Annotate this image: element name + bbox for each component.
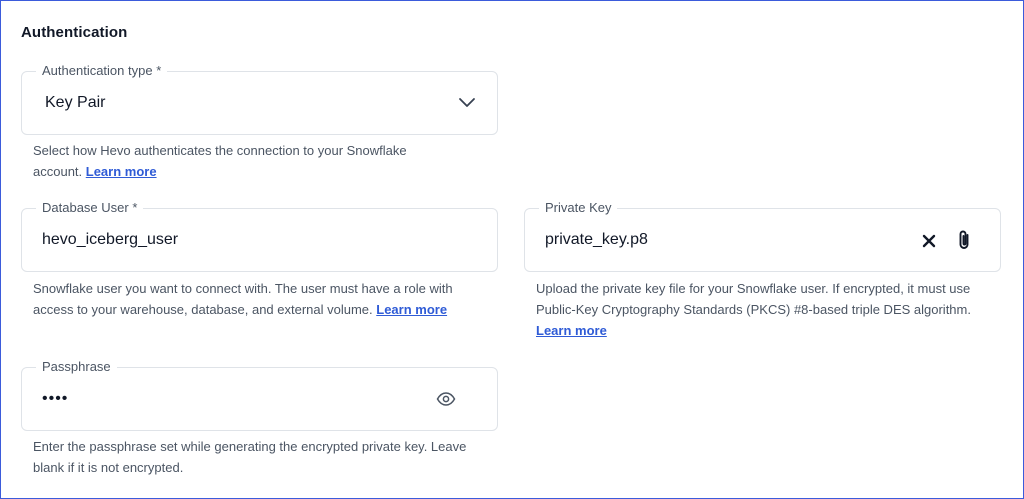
auth-type-label: Authentication type * — [36, 62, 168, 80]
passphrase-field[interactable]: Passphrase •••• — [21, 358, 498, 431]
auth-type-help: Select how Hevo authenticates the connec… — [33, 140, 453, 182]
private-key-filename: private_key.p8 — [545, 231, 648, 248]
private-key-learn-more-link[interactable]: Learn more — [536, 323, 607, 338]
auth-type-learn-more-link[interactable]: Learn more — [86, 164, 157, 179]
private-key-field[interactable]: Private Key private_key.p8 — [524, 199, 1001, 272]
passphrase-help: Enter the passphrase set while generatin… — [33, 436, 473, 478]
database-user-learn-more-link[interactable]: Learn more — [376, 302, 447, 317]
auth-type-select[interactable]: Authentication type * Key Pair — [21, 62, 498, 135]
database-user-field[interactable]: Database User * hevo_iceberg_user — [21, 199, 498, 272]
passphrase-help-text: Enter the passphrase set while generatin… — [33, 439, 467, 475]
paperclip-icon[interactable] — [953, 228, 975, 252]
auth-type-value: Key Pair — [45, 94, 106, 111]
close-icon[interactable] — [918, 230, 940, 252]
private-key-label: Private Key — [539, 199, 618, 217]
chevron-down-icon[interactable] — [456, 92, 478, 114]
private-key-help: Upload the private key file for your Sno… — [536, 278, 986, 341]
database-user-help: Snowflake user you want to connect with.… — [33, 278, 493, 320]
private-key-help-text: Upload the private key file for your Sno… — [536, 281, 971, 317]
passphrase-input[interactable]: •••• — [42, 388, 68, 410]
database-user-input[interactable]: hevo_iceberg_user — [42, 229, 178, 251]
eye-icon[interactable] — [435, 388, 457, 410]
section-title: Authentication — [21, 24, 128, 41]
passphrase-label: Passphrase — [36, 358, 117, 376]
database-user-label: Database User * — [36, 199, 144, 217]
